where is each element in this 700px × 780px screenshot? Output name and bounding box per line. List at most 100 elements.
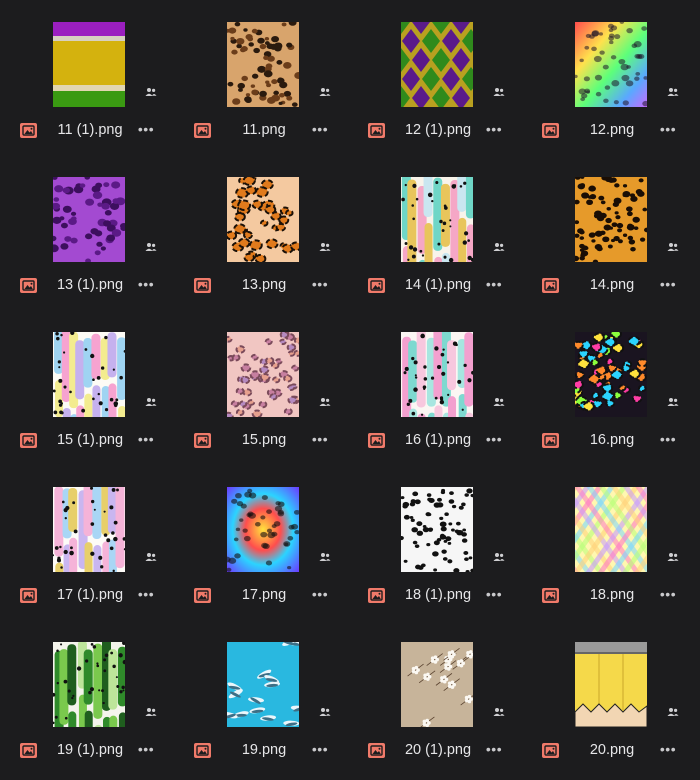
thumbnail-image [227, 487, 299, 572]
image-file-icon [20, 743, 37, 758]
image-file-icon [20, 588, 37, 603]
file-name[interactable]: 12 (1).png [388, 122, 488, 138]
file-thumbnail[interactable] [53, 332, 125, 417]
file-tile[interactable]: 11 (1).png ••• [0, 0, 175, 156]
file-tile[interactable]: 16.png ••• [522, 310, 697, 466]
more-options-icon[interactable]: ••• [311, 432, 329, 448]
file-name[interactable]: 19.png [214, 742, 314, 758]
image-file-icon [368, 588, 385, 603]
shared-people-icon [667, 87, 679, 97]
file-thumbnail[interactable] [53, 177, 125, 262]
thumbnail-image [575, 642, 647, 727]
more-options-icon[interactable]: ••• [137, 432, 155, 448]
file-thumbnail[interactable] [401, 487, 473, 572]
more-options-icon[interactable]: ••• [485, 122, 503, 138]
file-name[interactable]: 14 (1).png [388, 277, 488, 293]
thumbnail-image [227, 177, 299, 262]
thumbnail-image [575, 22, 647, 107]
file-name[interactable]: 15 (1).png [40, 432, 140, 448]
file-name[interactable]: 14.png [562, 277, 662, 293]
file-name[interactable]: 12.png [562, 122, 662, 138]
file-tile[interactable]: 19.png ••• [174, 620, 349, 776]
file-thumbnail[interactable] [227, 332, 299, 417]
thumbnail-image [575, 332, 647, 417]
file-name[interactable]: 11 (1).png [40, 122, 140, 138]
file-name[interactable]: 16.png [562, 432, 662, 448]
more-options-icon[interactable]: ••• [137, 587, 155, 603]
shared-people-icon [145, 87, 157, 97]
file-name[interactable]: 16 (1).png [388, 432, 488, 448]
file-thumbnail[interactable] [227, 487, 299, 572]
more-options-icon[interactable]: ••• [311, 277, 329, 293]
more-options-icon[interactable]: ••• [659, 432, 677, 448]
file-name[interactable]: 15.png [214, 432, 314, 448]
more-options-icon[interactable]: ••• [485, 432, 503, 448]
file-name[interactable]: 18 (1).png [388, 587, 488, 603]
file-thumbnail[interactable] [227, 642, 299, 727]
file-thumbnail[interactable] [575, 177, 647, 262]
image-file-icon [194, 433, 211, 448]
file-tile[interactable]: 11.png ••• [174, 0, 349, 156]
more-options-icon[interactable]: ••• [311, 587, 329, 603]
file-name[interactable]: 17 (1).png [40, 587, 140, 603]
file-tile[interactable]: 17 (1).png ••• [0, 465, 175, 621]
more-options-icon[interactable]: ••• [137, 742, 155, 758]
file-thumbnail[interactable] [575, 22, 647, 107]
file-thumbnail[interactable] [401, 642, 473, 727]
shared-people-icon [667, 552, 679, 562]
shared-people-icon [145, 397, 157, 407]
more-options-icon[interactable]: ••• [485, 587, 503, 603]
shared-people-icon [493, 707, 505, 717]
file-name[interactable]: 19 (1).png [40, 742, 140, 758]
more-options-icon[interactable]: ••• [137, 122, 155, 138]
file-tile[interactable]: 20.png ••• [522, 620, 697, 776]
file-tile[interactable]: 18.png ••• [522, 465, 697, 621]
more-options-icon[interactable]: ••• [311, 122, 329, 138]
file-thumbnail[interactable] [401, 22, 473, 107]
file-tile[interactable]: 14.png ••• [522, 155, 697, 311]
more-options-icon[interactable]: ••• [311, 742, 329, 758]
file-tile[interactable]: 16 (1).png ••• [348, 310, 523, 466]
file-thumbnail[interactable] [575, 332, 647, 417]
shared-people-icon [667, 397, 679, 407]
file-name[interactable]: 13 (1).png [40, 277, 140, 293]
file-thumbnail[interactable] [53, 487, 125, 572]
file-name[interactable]: 17.png [214, 587, 314, 603]
file-tile[interactable]: 15 (1).png ••• [0, 310, 175, 466]
more-options-icon[interactable]: ••• [485, 742, 503, 758]
file-tile[interactable]: 12.png ••• [522, 0, 697, 156]
file-tile[interactable]: 13.png ••• [174, 155, 349, 311]
more-options-icon[interactable]: ••• [485, 277, 503, 293]
file-thumbnail[interactable] [53, 22, 125, 107]
file-thumbnail[interactable] [575, 487, 647, 572]
file-thumbnail[interactable] [401, 177, 473, 262]
file-tile[interactable]: 17.png ••• [174, 465, 349, 621]
file-tile[interactable]: 20 (1).png ••• [348, 620, 523, 776]
more-options-icon[interactable]: ••• [659, 742, 677, 758]
file-tile[interactable]: 14 (1).png ••• [348, 155, 523, 311]
thumbnail-image [227, 642, 299, 727]
file-name[interactable]: 11.png [214, 122, 314, 138]
shared-people-icon [319, 87, 331, 97]
file-tile[interactable]: 19 (1).png ••• [0, 620, 175, 776]
file-thumbnail[interactable] [53, 642, 125, 727]
file-name[interactable]: 20 (1).png [388, 742, 488, 758]
file-tile[interactable]: 15.png ••• [174, 310, 349, 466]
file-tile[interactable]: 12 (1).png ••• [348, 0, 523, 156]
thumbnail-image [227, 22, 299, 107]
more-options-icon[interactable]: ••• [659, 122, 677, 138]
image-file-icon [542, 433, 559, 448]
file-tile[interactable]: 18 (1).png ••• [348, 465, 523, 621]
file-thumbnail[interactable] [575, 642, 647, 727]
more-options-icon[interactable]: ••• [659, 277, 677, 293]
file-thumbnail[interactable] [401, 332, 473, 417]
file-name[interactable]: 13.png [214, 277, 314, 293]
file-thumbnail[interactable] [227, 22, 299, 107]
more-options-icon[interactable]: ••• [659, 587, 677, 603]
more-options-icon[interactable]: ••• [137, 277, 155, 293]
file-name[interactable]: 18.png [562, 587, 662, 603]
file-thumbnail[interactable] [227, 177, 299, 262]
shared-people-icon [319, 707, 331, 717]
file-name[interactable]: 20.png [562, 742, 662, 758]
file-tile[interactable]: 13 (1).png ••• [0, 155, 175, 311]
